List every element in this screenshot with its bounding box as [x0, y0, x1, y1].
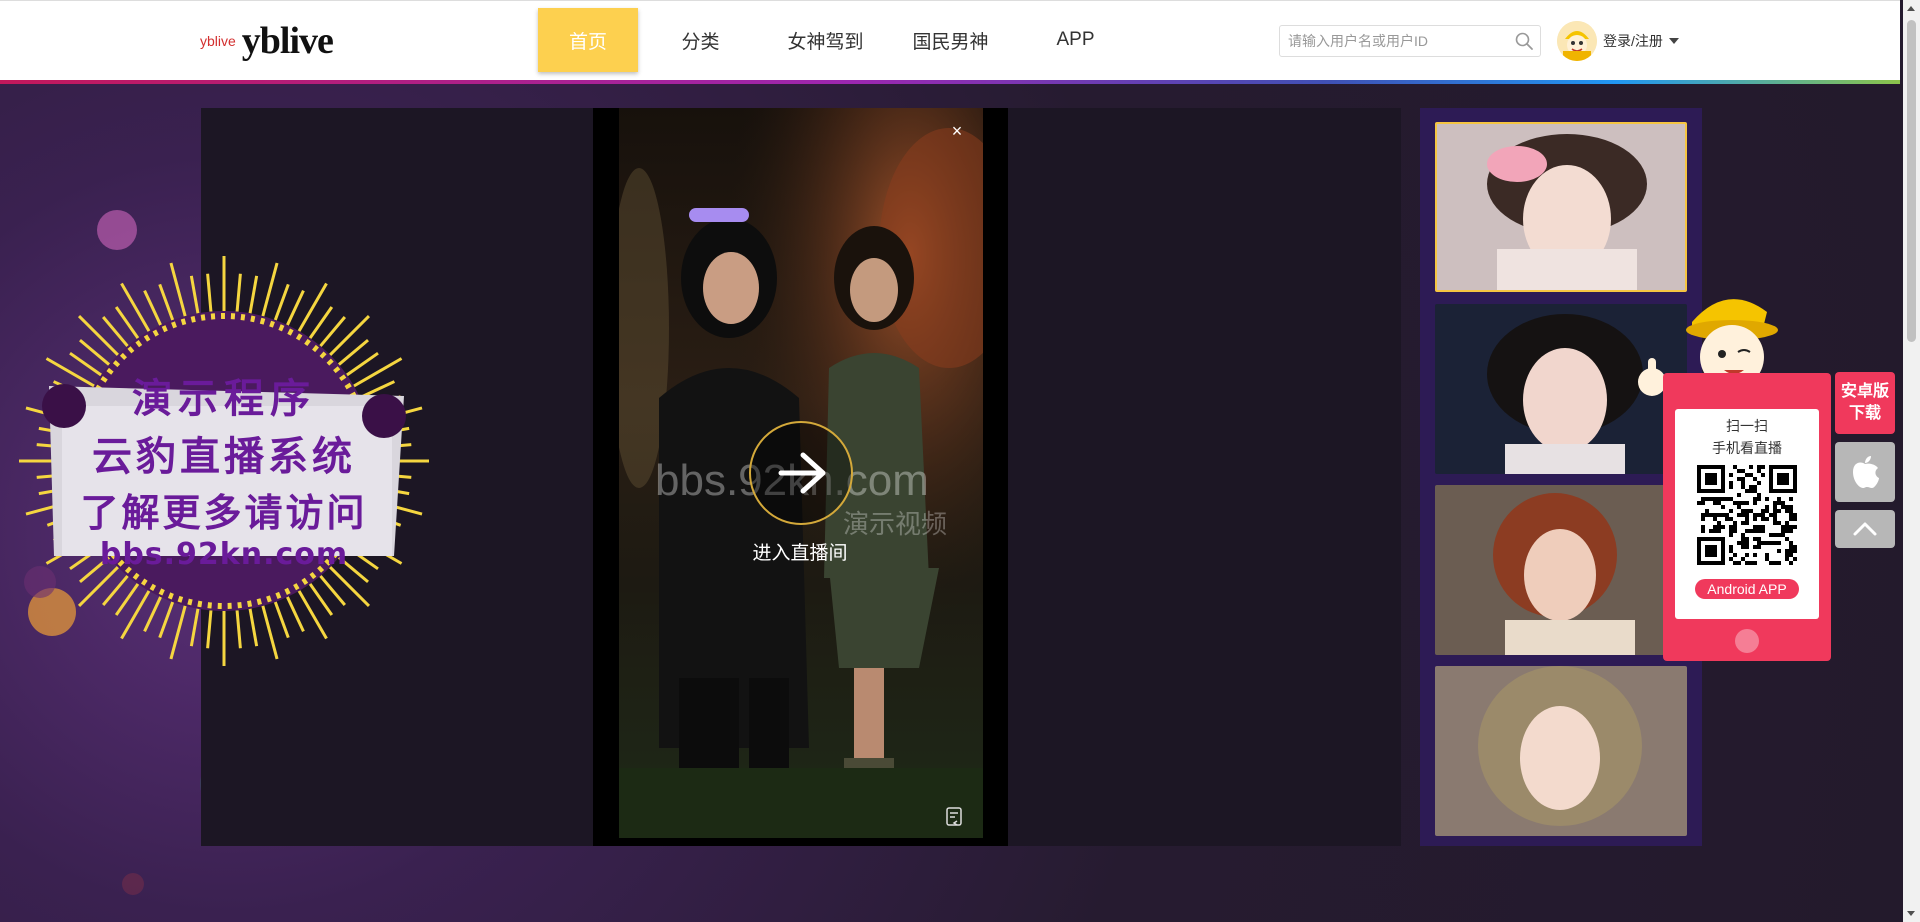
enter-room-label[interactable]: 进入直播间: [700, 538, 900, 565]
exit-fullscreen-icon[interactable]: [945, 806, 965, 828]
streamer-image-4: [1435, 666, 1687, 836]
nav-category[interactable]: 分类: [638, 8, 763, 72]
nav-home[interactable]: 首页: [538, 8, 638, 72]
play-button[interactable]: [749, 421, 853, 525]
carousel-dot[interactable]: [1735, 629, 1759, 653]
nav-goddess[interactable]: 女神驾到: [763, 8, 888, 72]
search-input[interactable]: [1280, 26, 1500, 56]
banner-line-demo: 演示程序: [132, 376, 316, 422]
apple-icon: [1853, 456, 1879, 488]
banner-line-system: 云豹直播系统: [92, 434, 356, 480]
search-box: [1279, 25, 1541, 57]
promo-banner: 演示程序 云豹直播系统 了解更多请访问 bbs.92kn.com: [14, 256, 434, 666]
back-to-top-button[interactable]: [1835, 510, 1895, 548]
live-thumbnail-1[interactable]: [1435, 122, 1687, 292]
logo-small-text: yblive: [200, 33, 236, 49]
chevron-down-icon[interactable]: [1668, 38, 1679, 44]
nav-app[interactable]: APP: [1013, 8, 1138, 72]
video-watermark-sub: 演示视频: [843, 509, 948, 539]
download-qr-card: 扫一扫 手机看直播 Android APP: [1663, 373, 1831, 661]
logo-text: yblive: [241, 20, 334, 62]
arrow-right-icon: [778, 452, 826, 494]
scroll-up-icon[interactable]: [1907, 6, 1915, 11]
close-icon[interactable]: ×: [946, 120, 968, 142]
android-download-line2: 下载: [1848, 405, 1881, 422]
banner-line-visit: 了解更多请访问: [80, 491, 368, 535]
avatar-icon: [1557, 21, 1597, 61]
live-thumbnail-4[interactable]: [1435, 666, 1687, 836]
avatar[interactable]: [1557, 21, 1597, 61]
banner-text-block: 演示程序 云豹直播系统 了解更多请访问 bbs.92kn.com: [44, 366, 404, 576]
streamer-image-3: [1435, 485, 1687, 655]
android-download-line1: 安卓版: [1840, 383, 1889, 400]
scan-title: 扫一扫: [1726, 418, 1768, 434]
scroll-thumb[interactable]: [1907, 20, 1916, 342]
page-scrollbar[interactable]: [1903, 0, 1920, 922]
nav-male-idol[interactable]: 国民男神: [888, 8, 1013, 72]
top-header: yblive yblive 首页 分类 女神驾到 国民男神 APP 登: [0, 0, 1900, 80]
chevron-up-icon: [1853, 522, 1877, 536]
banner-line-url: bbs.92kn.com: [99, 537, 349, 572]
ios-download-button[interactable]: [1835, 442, 1895, 502]
android-download-button[interactable]: 安卓版 下载: [1835, 372, 1895, 434]
scan-subtitle: 手机看直播: [1712, 440, 1782, 456]
qr-code-icon: [1697, 465, 1797, 565]
android-app-button[interactable]: Android APP: [1695, 579, 1799, 599]
search-icon[interactable]: [1514, 31, 1534, 51]
login-register-menu[interactable]: 登录/注册: [1557, 21, 1679, 61]
main-nav: 首页 分类 女神驾到 国民男神 APP: [538, 8, 1138, 72]
site-logo[interactable]: yblive yblive: [200, 19, 334, 63]
qr-inner-panel: 扫一扫 手机看直播 Android APP: [1675, 409, 1819, 619]
live-thumbnail-3[interactable]: [1435, 485, 1687, 655]
scroll-down-icon[interactable]: [1907, 911, 1915, 916]
streamer-image-1: [1437, 124, 1685, 290]
login-register-label[interactable]: 登录/注册: [1603, 31, 1663, 51]
